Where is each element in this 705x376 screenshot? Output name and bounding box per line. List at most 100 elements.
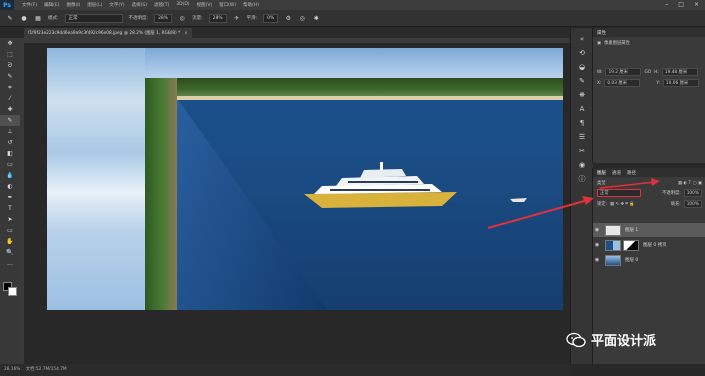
menu-file[interactable]: 文件(F) <box>22 2 37 8</box>
menu-type[interactable]: 文字(Y) <box>109 2 124 8</box>
blur-tool-icon[interactable]: 💧 <box>0 170 20 181</box>
layer-opacity-input[interactable]: 100% <box>683 189 702 197</box>
menu-help[interactable]: 帮助(H) <box>243 2 259 8</box>
zoom-tool-icon[interactable]: 🔍 <box>0 247 20 258</box>
mode-select[interactable]: 正常 <box>64 13 123 23</box>
tools-panel: ✥ ⬚ ᘐ ✎ ⌗ ⁄ ✚ ✎ ⊥ ↺ ◧ ▭ 💧 ◐ ✒ T ➤ ▭ ✋ 🔍 … <box>0 38 21 364</box>
marquee-tool-icon[interactable]: ⬚ <box>0 49 20 60</box>
brushes-icon[interactable]: ❋ <box>571 88 593 102</box>
move-tool-icon[interactable]: ✥ <box>0 38 20 49</box>
menu-filter[interactable]: 滤镜(T) <box>154 2 169 8</box>
height-input[interactable]: 19.48 厘米 <box>661 68 698 76</box>
width-input[interactable]: 19.2 厘米 <box>605 68 642 76</box>
layer-row[interactable]: ◉ 图层 1 <box>593 223 705 237</box>
tab-layers[interactable]: 图层 <box>597 170 606 176</box>
lasso-tool-icon[interactable]: ᘐ <box>0 60 20 71</box>
properties-title[interactable]: 属性 <box>593 28 705 37</box>
eyedropper-tool-icon[interactable]: ⁄ <box>0 93 20 104</box>
menu-3d[interactable]: 3D(D) <box>176 2 189 8</box>
stamp-tool-icon[interactable]: ⊥ <box>0 126 20 137</box>
paragraph-icon[interactable]: ¶ <box>571 116 593 130</box>
visibility-eye-icon[interactable]: ◉ <box>593 242 601 248</box>
ruler-horizontal <box>24 38 570 43</box>
x-input[interactable]: 0.03 厘米 <box>604 79 641 87</box>
y-input[interactable]: 10.06 厘米 <box>662 79 699 87</box>
tab-channels[interactable]: 通道 <box>612 170 621 176</box>
minimize-icon[interactable]: – <box>665 1 668 8</box>
pixel-layer-icon: ▣ <box>597 40 602 46</box>
glyphs-icon[interactable]: ☰ <box>571 130 593 144</box>
maximize-icon[interactable]: □ <box>678 1 684 8</box>
link-icon[interactable]: GO <box>644 70 651 75</box>
menu-layer[interactable]: 图层(L) <box>87 2 102 8</box>
layer-opacity-label: 不透明度: <box>662 191 681 196</box>
filter-icons[interactable]: ▦ ◐ T ▢ ▣ <box>678 181 702 186</box>
visibility-eye-icon[interactable]: ◉ <box>593 227 601 233</box>
gradient-tool-icon[interactable]: ▭ <box>0 159 20 170</box>
opacity-label: 不透明度: <box>128 16 149 21</box>
symmetry-icon[interactable]: ✱ <box>312 14 320 22</box>
type-tool-icon[interactable]: T <box>0 203 20 214</box>
pen-tool-icon[interactable]: ✒ <box>0 192 20 203</box>
hand-tool-icon[interactable]: ✋ <box>0 236 20 247</box>
healing-tool-icon[interactable]: ✚ <box>0 104 20 115</box>
menu-select[interactable]: 选择(S) <box>132 2 147 8</box>
filter-type-label[interactable]: 类型 <box>597 180 606 186</box>
visibility-eye-icon[interactable]: ◉ <box>593 257 601 263</box>
adjustments-icon[interactable]: ◒ <box>571 60 593 74</box>
shape-tool-icon[interactable]: ▭ <box>0 225 20 236</box>
brush-panel-icon[interactable]: ▦ <box>34 14 42 22</box>
menu-view[interactable]: 视图(V) <box>197 2 213 8</box>
menu-edit[interactable]: 编辑(E) <box>44 2 59 8</box>
path-select-icon[interactable]: ➤ <box>0 214 20 225</box>
ruler-vertical <box>20 38 24 364</box>
opacity-input[interactable]: 28% <box>154 13 173 23</box>
menu-items: 文件(F) 编辑(E) 图像(I) 图层(L) 文字(Y) 选择(S) 滤镜(T… <box>22 2 259 8</box>
close-icon[interactable]: × <box>694 1 699 8</box>
flow-input[interactable]: 28% <box>208 13 227 23</box>
info-icon[interactable]: ⓘ <box>571 172 593 186</box>
document-tab-bar: f1f9f23e223c9dd6ea9a9c3f492c96e08.jpeg @… <box>24 28 570 38</box>
shoreline <box>177 96 563 100</box>
character-icon[interactable]: A <box>571 102 593 116</box>
brush-settings-icon[interactable]: ✎ <box>571 74 593 88</box>
brush-tool-icon[interactable]: ✎ <box>6 14 14 22</box>
w-label: W: <box>597 69 603 75</box>
document-image[interactable] <box>47 48 563 310</box>
layer-row[interactable]: ◉ 图层 0 <box>593 253 705 267</box>
dodge-tool-icon[interactable]: ◐ <box>0 181 20 192</box>
blend-mode-select[interactable]: 正常 <box>597 189 641 197</box>
pressure-opacity-icon[interactable]: ◎ <box>178 14 186 22</box>
libraries-icon[interactable]: ◉ <box>571 158 593 172</box>
brush-preset-icon[interactable]: ● <box>20 14 28 22</box>
document-tab[interactable]: f1f9f23e223c9dd6ea9a9c3f492c96e08.jpeg @… <box>24 28 192 38</box>
zoom-level[interactable]: 28.16% <box>4 367 20 372</box>
menu-image[interactable]: 图像(I) <box>66 2 80 8</box>
close-tab-icon[interactable]: × <box>184 31 188 36</box>
background-color-swatch[interactable] <box>8 287 17 296</box>
watermark-text: 平面设计派 <box>591 334 657 349</box>
brush-tool-icon[interactable]: ✎ <box>0 115 20 126</box>
status-bar <box>0 364 570 376</box>
lock-label: 锁定: <box>597 202 608 207</box>
gear-icon[interactable]: ⚙ <box>284 14 292 22</box>
layer-mask-thumbnail <box>623 239 639 251</box>
airbrush-icon[interactable]: ✈ <box>233 14 241 22</box>
smooth-input[interactable]: 0% <box>263 13 279 23</box>
collapse-panels-icon[interactable]: « <box>571 32 593 46</box>
pressure-size-icon[interactable]: ◎ <box>298 14 306 22</box>
lock-icons[interactable]: ▦ ✎ ✥ ⌗ 🔒 <box>610 202 635 207</box>
history-brush-icon[interactable]: ↺ <box>0 137 20 148</box>
quick-select-tool-icon[interactable]: ✎ <box>0 71 20 82</box>
tab-paths[interactable]: 路径 <box>627 170 636 176</box>
window-controls: – □ × <box>665 1 699 8</box>
mode-label: 模式: <box>48 16 59 21</box>
menu-window[interactable]: 窗口(W) <box>219 2 236 8</box>
more-tools-icon[interactable]: … <box>0 258 20 269</box>
history-icon[interactable]: ⟲ <box>571 46 593 60</box>
eraser-tool-icon[interactable]: ◧ <box>0 148 20 159</box>
fill-input[interactable]: 100% <box>683 200 702 208</box>
crop-tool-icon[interactable]: ⌗ <box>0 82 20 93</box>
layer-row[interactable]: ◉ 图层 0 拷贝 <box>593 238 705 252</box>
tools-preset-icon[interactable]: ✂ <box>571 144 593 158</box>
